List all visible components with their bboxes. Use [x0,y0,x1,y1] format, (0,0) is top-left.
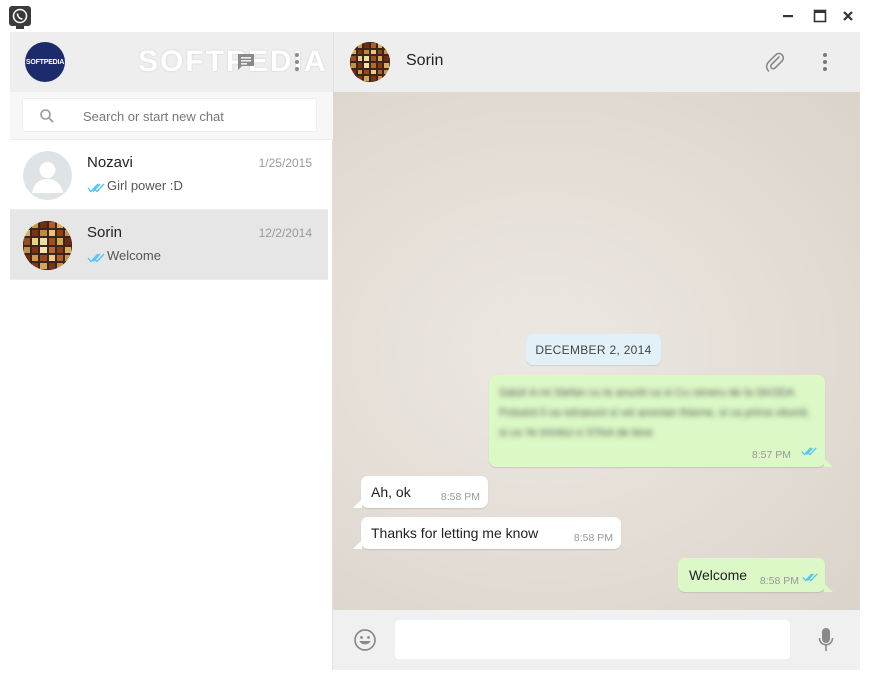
my-profile-avatar[interactable]: SOFTPEDIA [25,42,65,82]
chat-preview: Girl power :D [87,178,183,193]
close-icon[interactable] [838,6,858,26]
chat-preview: Welcome [87,248,161,263]
chat-name: Sorin [87,224,123,241]
search-icon [39,108,55,124]
chat-item-sorin[interactable]: Sorin 12/2/2014 Welcome [10,210,328,280]
message-text: Ah, ok [371,484,411,500]
read-ticks-icon [87,251,105,262]
chat-date: 12/2/2014 [258,226,312,240]
message-text: Thanks for letting me know [371,525,539,541]
message-bubble-incoming[interactable]: Thanks for letting me know 8:58 PM [353,517,621,549]
conversation-pane: Sorin DECEMBER 2, 2014 Salut! A mi Stefa… [333,32,860,670]
message-bubble-outgoing[interactable]: Welcome 8:58 PM [678,558,833,592]
chat-item-nozavi[interactable]: Nozavi 1/25/2015 Girl power :D [10,140,328,210]
chat-date: 1/25/2015 [258,156,312,170]
conversation-menu-icon[interactable] [818,51,832,73]
message-bubble-outgoing[interactable]: Salut! A mi Stefan cu te anuntt ca si Cu… [489,375,833,467]
mosaic-avatar [350,42,390,82]
whatsapp-window: SOFTPEDIA SOFTPEDIA Search or start new … [0,0,870,680]
search-bar [10,92,333,140]
bubble-tail [824,583,833,592]
chat-name: Nozavi [87,154,133,171]
conversation-header: Sorin [333,32,860,92]
attach-icon[interactable] [764,51,786,73]
microphone-icon[interactable] [818,627,834,653]
read-ticks-icon [87,181,105,192]
message-time: 8:58 PM [759,575,799,587]
maximize-icon[interactable] [810,6,830,26]
message-time: 8:58 PM [573,532,613,544]
chat-preview-text: Welcome [107,248,161,263]
chat-preview-text: Girl power :D [107,178,183,193]
bubble-tail [824,458,833,467]
contact-avatar[interactable] [350,42,390,82]
message-text: Welcome [689,567,748,583]
search-input[interactable] [83,105,308,127]
minimize-icon[interactable] [778,6,798,26]
bubble-tail [353,499,362,508]
sidebar-header: SOFTPEDIA SOFTPEDIA [10,32,333,92]
emoji-icon[interactable] [353,628,377,652]
read-ticks-icon [802,569,818,585]
message-text: Salut! A mi Stefan cu te anuntt ca si Cu… [499,387,810,439]
message-input[interactable] [395,620,790,659]
menu-icon[interactable] [290,51,304,73]
avatar-text: SOFTPEDIA [25,58,65,66]
bubble-tail [353,540,362,549]
date-separator: DECEMBER 2, 2014 [526,334,661,365]
read-ticks-icon [801,443,817,459]
default-avatar-icon [23,151,72,200]
message-area[interactable]: DECEMBER 2, 2014 Salut! A mi Stefan cu t… [333,92,860,610]
contact-name[interactable]: Sorin [406,52,443,70]
message-time: 8:58 PM [440,491,480,503]
title-bar [0,0,870,32]
message-bubble-incoming[interactable]: Ah, ok 8:58 PM [353,476,488,508]
search-box[interactable] [22,98,317,132]
whatsapp-icon [8,5,32,29]
composer-bar [333,610,860,670]
message-time: 8:57 PM [751,449,791,461]
contact-avatar [23,221,72,270]
mosaic-avatar [23,221,72,270]
chat-list-pane: SOFTPEDIA SOFTPEDIA Search or start new … [10,32,333,670]
new-chat-icon[interactable] [236,52,256,72]
